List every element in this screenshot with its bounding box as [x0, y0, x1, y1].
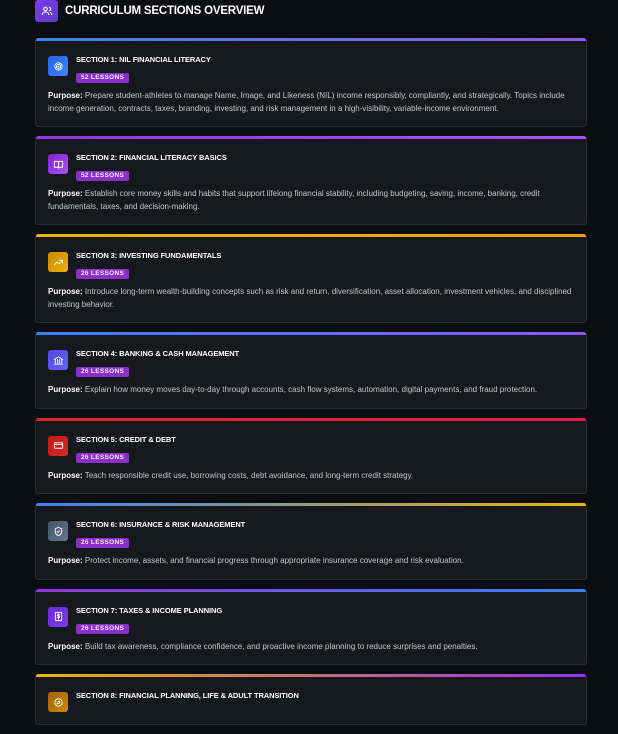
section-title: SECTION 7: TAXES & INCOME PLANNING [76, 605, 223, 615]
lesson-count-badge: 26 LESSONS [76, 367, 130, 377]
section-title: SECTION 5: CREDIT & DEBT [76, 434, 176, 444]
lesson-count-badge: 26 LESSONS [76, 452, 130, 463]
section-card[interactable]: SECTION 7: TAXES & INCOME PLANNING 26 LES… [35, 588, 587, 665]
purpose-text: Establish core money skills and habits t… [48, 189, 540, 211]
purpose-text: Explain how money moves day-to-day throu… [84, 385, 538, 394]
purpose-label: Purpose: [48, 556, 83, 565]
target-icon [48, 56, 68, 76]
users-icon [35, 0, 58, 22]
lesson-count-badge: 52 LESSONS [76, 73, 130, 83]
section-card[interactable]: SECTION 3: INVESTING FUNDAMENTALS 26 LESS… [35, 234, 587, 323]
bank-icon [48, 350, 68, 370]
purpose-text: Teach responsible credit use, borrowing … [84, 470, 414, 480]
credit-card-icon [48, 435, 68, 456]
section-header-row: SECTION 4: BANKING & CASH MANAGEMENT 26 L… [36, 335, 586, 378]
purpose-label: Purpose: [48, 287, 83, 296]
lesson-count-badge: 26 LESSONS [76, 538, 130, 548]
section-title: SECTION 8: FINANCIAL PLANNING, LIFE & AD… [76, 691, 299, 700]
section-card[interactable]: SECTION 8: FINANCIAL PLANNING, LIFE & AD… [35, 674, 587, 725]
section-title: SECTION 3: INVESTING FUNDAMENTALS [76, 251, 222, 260]
section-purpose: Purpose: Explain how money moves day-to-… [36, 378, 586, 408]
lesson-count-badge: 52 LESSONS [76, 171, 130, 181]
section-purpose: Purpose: Build tax awareness, compliance… [36, 635, 586, 665]
book-icon [48, 154, 68, 174]
trending-up-icon [48, 252, 68, 272]
section-title: SECTION 2: FINANCIAL LITERACY BASICS [76, 153, 227, 162]
section-header-row: SECTION 5: CREDIT & DEBT 26 LESSONS [36, 421, 586, 464]
section-header-row: SECTION 2: FINANCIAL LITERACY BASICS 52 L… [36, 139, 586, 182]
purpose-text: Prepare student-athletes to manage Name,… [48, 91, 565, 113]
section-title: SECTION 4: BANKING & CASH MANAGEMENT [76, 349, 240, 358]
section-purpose: Purpose: Prepare student-athletes to man… [36, 84, 586, 126]
purpose-text: Introduce long-term wealth-building conc… [48, 287, 572, 309]
section-title: SECTION 1: NIL FINANCIAL LITERACY [76, 55, 211, 64]
compass-icon [48, 692, 68, 712]
purpose-label: Purpose: [48, 470, 83, 480]
sections-list: SECTION 1: NIL FINANCIAL LITERACY 52 LESS… [35, 38, 587, 734]
section-header: CURRICULUM SECTIONS OVERVIEW [35, 0, 264, 22]
section-purpose: Purpose: Teach responsible credit use, b… [36, 464, 586, 494]
section-purpose: Purpose: Establish core money skills and… [36, 182, 586, 224]
section-title: SECTION 6: INSURANCE & RISK MANAGEMENT [76, 520, 246, 529]
lesson-count-badge: 26 LESSONS [76, 269, 130, 279]
section-purpose: Purpose: Protect income, assets, and fin… [36, 549, 586, 579]
section-card[interactable]: SECTION 6: INSURANCE & RISK MANAGEMENT 26… [35, 503, 587, 580]
section-header-row: SECTION 6: INSURANCE & RISK MANAGEMENT 26… [36, 506, 586, 549]
page-title: CURRICULUM SECTIONS OVERVIEW [65, 5, 265, 17]
section-header-row: SECTION 1: NIL FINANCIAL LITERACY 52 LESS… [36, 41, 586, 84]
section-purpose: Purpose: Introduce long-term wealth-buil… [36, 280, 586, 322]
section-card[interactable]: SECTION 5: CREDIT & DEBT 26 LESSONS Purpos… [35, 417, 587, 494]
lesson-count-badge: 26 LESSONS [76, 623, 130, 634]
purpose-text: Protect income, assets, and financial pr… [84, 556, 464, 565]
shield-icon [48, 521, 68, 541]
purpose-text: Build tax awareness, compliance confiden… [84, 641, 478, 651]
purpose-label: Purpose: [48, 91, 83, 100]
section-card[interactable]: SECTION 4: BANKING & CASH MANAGEMENT 26 L… [35, 332, 587, 409]
receipt-icon [48, 606, 68, 627]
purpose-label: Purpose: [48, 641, 83, 651]
section-header-row: SECTION 8: FINANCIAL PLANNING, LIFE & AD… [36, 677, 586, 724]
section-header-row: SECTION 7: TAXES & INCOME PLANNING 26 LES… [36, 592, 586, 635]
section-card[interactable]: SECTION 2: FINANCIAL LITERACY BASICS 52 L… [35, 136, 587, 225]
section-card[interactable]: SECTION 1: NIL FINANCIAL LITERACY 52 LESS… [35, 38, 587, 127]
purpose-label: Purpose: [48, 189, 83, 198]
purpose-label: Purpose: [48, 385, 83, 394]
section-header-row: SECTION 3: INVESTING FUNDAMENTALS 26 LESS… [36, 237, 586, 280]
